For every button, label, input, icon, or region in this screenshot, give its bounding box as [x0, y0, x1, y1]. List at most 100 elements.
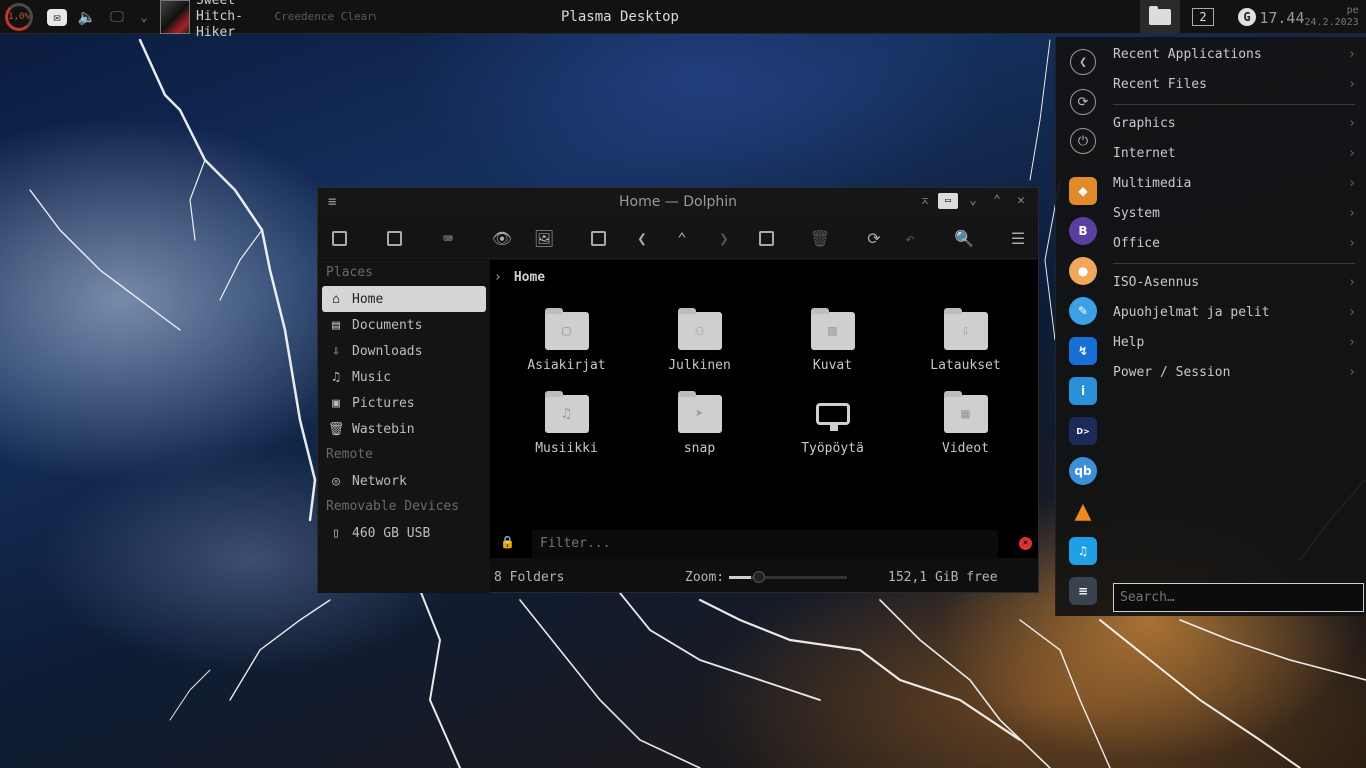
shade-icon[interactable]: ▭: [938, 193, 958, 209]
info-icon: i: [1069, 377, 1097, 405]
network-icon: ◎: [332, 473, 340, 489]
forward-icon[interactable]: ❯: [712, 226, 736, 250]
zoom-slider[interactable]: [729, 571, 847, 583]
places-item-network[interactable]: ◎ Network: [322, 468, 486, 494]
breadcrumb-home[interactable]: Home: [514, 270, 545, 285]
category-internet[interactable]: Internet ›: [1113, 142, 1358, 166]
folder-item[interactable]: Työpöytä: [766, 395, 899, 456]
app-icon: ●: [1069, 257, 1097, 285]
media-player-info[interactable]: Sweet Hitch-Hiker Creedence Clearwater R…: [196, 0, 376, 40]
category-label: Office: [1113, 236, 1160, 251]
fav-app-3[interactable]: ●: [1069, 257, 1097, 285]
folder-item[interactable]: ▨ Kuvat: [766, 308, 899, 373]
preview-eye-icon[interactable]: 👁: [490, 226, 514, 250]
reload-icon[interactable]: ⟳: [862, 226, 886, 250]
application-launcher-button[interactable]: 1,0%: [2, 0, 36, 34]
category-label: Recent Applications: [1113, 47, 1262, 62]
folder-item[interactable]: ➤ snap: [633, 391, 766, 456]
category-iso-asennus[interactable]: ISO-Asennus ›: [1113, 271, 1358, 295]
category-help[interactable]: Help ›: [1113, 331, 1358, 355]
category-recent-files[interactable]: Recent Files ›: [1113, 73, 1358, 97]
undo-icon[interactable]: ↶: [898, 226, 922, 250]
power-button[interactable]: ⏻: [1069, 127, 1097, 155]
trash-icon[interactable]: 🗑: [808, 226, 832, 250]
category-office[interactable]: Office ›: [1113, 232, 1358, 256]
view-mode-icon[interactable]: [327, 226, 351, 250]
chevron-right-icon: ›: [494, 270, 502, 285]
folder-item[interactable]: ♫ Musiikki: [500, 391, 633, 456]
places-item-home[interactable]: ⌂ Home: [322, 286, 486, 312]
lock-icon[interactable]: 🔒: [500, 535, 515, 549]
fav-app-1[interactable]: ◆: [1069, 177, 1097, 205]
category-power-session[interactable]: Power / Session ›: [1113, 361, 1358, 385]
chevron-right-icon: ›: [1348, 365, 1356, 380]
fav-app-7[interactable]: D>: [1069, 417, 1097, 445]
breadcrumb[interactable]: › Home: [494, 270, 545, 285]
category-graphics[interactable]: Graphics ›: [1113, 112, 1358, 136]
minimize-icon[interactable]: ⌄: [964, 193, 982, 208]
cpu-label: 1,0%: [8, 12, 30, 22]
window-titlebar[interactable]: ≡ Home — Dolphin ⌅ ▭ ⌄ ⌃ ✕: [318, 188, 1038, 217]
display-icon[interactable]: 🖵: [106, 0, 128, 34]
zoom-label: Zoom:: [685, 570, 725, 585]
file-view[interactable]: › Home ▢ Asiakirjat ⚇ Julkinen ▨ Kuvat ⇩ Lata…: [490, 260, 1038, 530]
places-item-label: Pictures: [352, 395, 415, 411]
digital-clock[interactable]: 17.44 pe 24.2.2023: [1259, 0, 1362, 34]
vlc[interactable]: ▲: [1069, 497, 1097, 525]
google-icon[interactable]: G: [1234, 0, 1260, 34]
back-icon[interactable]: ❮: [630, 226, 654, 250]
downloads-folder-icon: ⇩: [943, 308, 988, 350]
places-item-usb[interactable]: ▯ 460 GB USB: [322, 520, 486, 546]
places-item-wastebin[interactable]: 🗑 Wastebin: [322, 416, 486, 442]
settings-app[interactable]: ≡: [1069, 577, 1097, 605]
removable-header: Removable Devices: [326, 499, 460, 514]
filter-input[interactable]: [532, 530, 998, 558]
virtual-desktop-pager[interactable]: 2: [1190, 0, 1216, 34]
tray-expand-chevron-icon[interactable]: ⌄: [134, 0, 154, 34]
up-icon[interactable]: ⌃: [670, 226, 694, 250]
folder-item[interactable]: ▦ Videot: [899, 391, 1032, 456]
close-icon[interactable]: ✕: [1012, 193, 1030, 208]
folder-item[interactable]: ⚇ Julkinen: [633, 308, 766, 373]
places-item-label: 460 GB USB: [352, 525, 431, 541]
category-recent-applications[interactable]: Recent Applications ›: [1113, 43, 1358, 67]
volume-icon[interactable]: 🔈: [76, 0, 98, 34]
music-app[interactable]: ♫: [1069, 537, 1097, 565]
category-apuohjelmat[interactable]: Apuohjelmat ja pelit ›: [1113, 301, 1358, 325]
places-item-music[interactable]: ♫ Music: [322, 364, 486, 390]
search-icon[interactable]: 🔍: [952, 226, 976, 250]
folder-item[interactable]: ⇩ Lataukset: [899, 308, 1032, 373]
fav-app-5[interactable]: ↯: [1069, 337, 1097, 365]
split-view-icon[interactable]: [754, 226, 778, 250]
qbittorrent[interactable]: qb: [1069, 457, 1097, 485]
keep-above-icon[interactable]: ⌅: [916, 193, 934, 208]
places-item-documents[interactable]: ▤ Documents: [322, 312, 486, 338]
category-multimedia[interactable]: Multimedia ›: [1113, 172, 1358, 196]
category-system[interactable]: System ›: [1113, 202, 1358, 226]
search-input[interactable]: [1113, 583, 1364, 612]
music-note-icon: ♫: [1069, 537, 1097, 565]
image-icon[interactable]: 🖼: [532, 226, 556, 250]
fav-app-6[interactable]: i: [1069, 377, 1097, 405]
back-button[interactable]: ❮: [1069, 48, 1097, 76]
places-item-pictures[interactable]: ▣ Pictures: [322, 390, 486, 416]
music-folder-icon: ♫: [544, 391, 589, 433]
clear-filter-icon[interactable]: ✕: [1019, 537, 1032, 550]
folder-item[interactable]: ▢ Asiakirjat: [500, 308, 633, 373]
maximize-icon[interactable]: ⌃: [988, 193, 1006, 208]
brave-browser[interactable]: B: [1069, 217, 1097, 245]
terminal-icon[interactable]: ⌨: [436, 226, 460, 250]
hamburger-menu-icon[interactable]: ☰: [1006, 226, 1030, 250]
zoom-slider-handle[interactable]: [752, 571, 765, 583]
taskbar-dolphin[interactable]: [1140, 0, 1180, 34]
zoom-slider-fill: [729, 576, 752, 579]
places-item-downloads[interactable]: ⇩ Downloads: [322, 338, 486, 364]
new-window-icon[interactable]: [382, 226, 406, 250]
album-art[interactable]: [160, 0, 190, 34]
mail-button[interactable]: ✉: [44, 0, 70, 34]
tag-icon: ✎: [1069, 297, 1097, 325]
refresh-button[interactable]: ⟳: [1069, 88, 1097, 116]
back-arrow-icon: ❮: [1070, 49, 1096, 75]
new-folder-icon[interactable]: [586, 226, 610, 250]
fav-app-4[interactable]: ✎: [1069, 297, 1097, 325]
